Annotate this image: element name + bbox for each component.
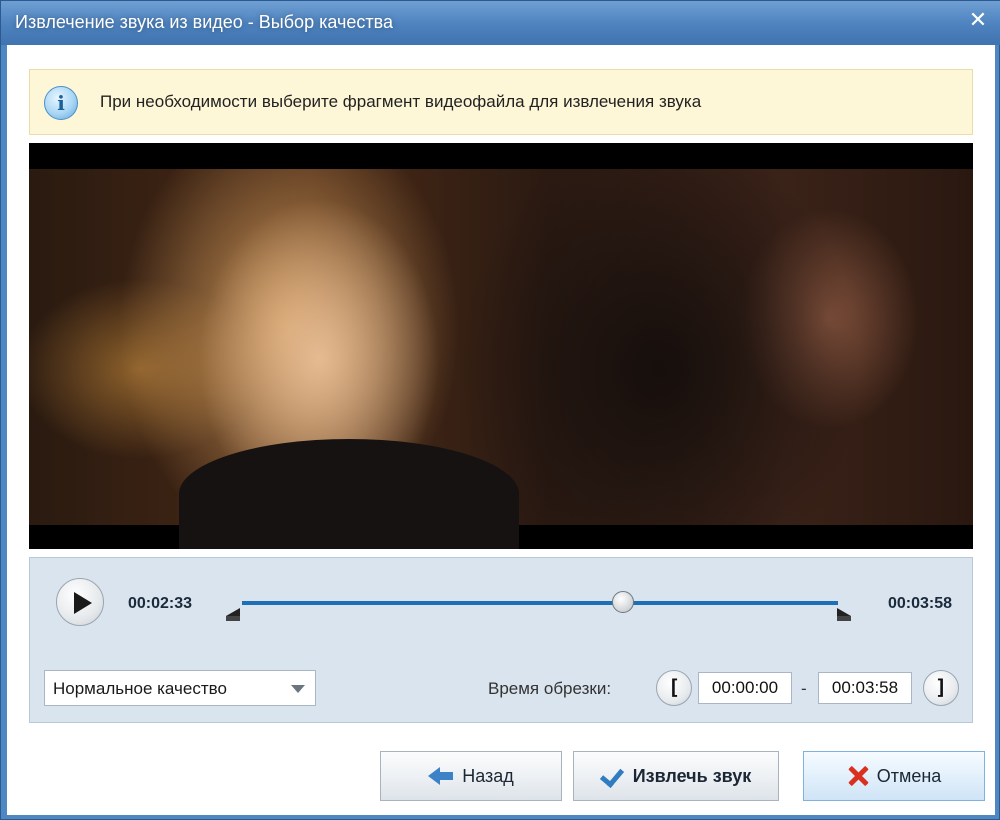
quality-selected: Нормальное качество xyxy=(53,679,227,698)
dialog-window: Извлечение звука из видео - Выбор качест… xyxy=(0,0,1000,820)
trim-end-field[interactable]: 00:03:58 xyxy=(818,672,912,704)
info-banner: i При необходимости выберите фрагмент ви… xyxy=(29,69,973,135)
trim-time-label: Время обрезки: xyxy=(488,679,612,698)
arrow-left-icon xyxy=(428,765,454,787)
cancel-button[interactable]: Отмена xyxy=(803,751,985,801)
video-frame-detail xyxy=(179,439,519,549)
cancel-button-label: Отмена xyxy=(876,765,942,786)
set-trim-start-button[interactable]: [ xyxy=(656,670,692,706)
window-title: Извлечение звука из видео - Выбор качест… xyxy=(15,12,393,32)
video-preview xyxy=(29,143,973,549)
back-button-label: Назад xyxy=(462,765,514,786)
quality-dropdown[interactable]: Нормальное качество xyxy=(44,670,316,706)
title-bar: Извлечение звука из видео - Выбор качест… xyxy=(1,1,1000,45)
trim-separator: - xyxy=(801,679,807,698)
timeline-slider-knob[interactable] xyxy=(612,591,635,613)
extract-audio-label: Извлечь звук xyxy=(632,765,752,786)
trim-start-field[interactable]: 00:00:00 xyxy=(698,672,792,704)
back-button[interactable]: Назад xyxy=(380,751,562,801)
video-frame-image xyxy=(29,169,973,549)
extract-audio-button[interactable]: Извлечь звук xyxy=(573,751,779,801)
dialog-body: i При необходимости выберите фрагмент ви… xyxy=(7,45,995,815)
play-icon xyxy=(74,592,92,614)
timeline-track[interactable] xyxy=(242,601,838,605)
trim-end-marker[interactable] xyxy=(837,608,851,622)
info-icon: i xyxy=(44,86,78,120)
checkmark-icon xyxy=(601,765,625,787)
close-icon[interactable]: ✕ xyxy=(967,9,989,31)
info-text: При необходимости выберите фрагмент виде… xyxy=(100,92,702,111)
playback-panel: 00:02:33 00:03:58 Нормальное качество Вр… xyxy=(29,557,973,723)
set-trim-end-button[interactable]: ] xyxy=(923,670,959,706)
play-button[interactable] xyxy=(56,578,104,626)
chevron-down-icon xyxy=(291,685,305,693)
current-time: 00:02:33 xyxy=(128,595,193,612)
total-time: 00:03:58 xyxy=(887,595,952,612)
trim-start-marker[interactable] xyxy=(226,608,240,622)
cross-icon xyxy=(847,765,869,787)
